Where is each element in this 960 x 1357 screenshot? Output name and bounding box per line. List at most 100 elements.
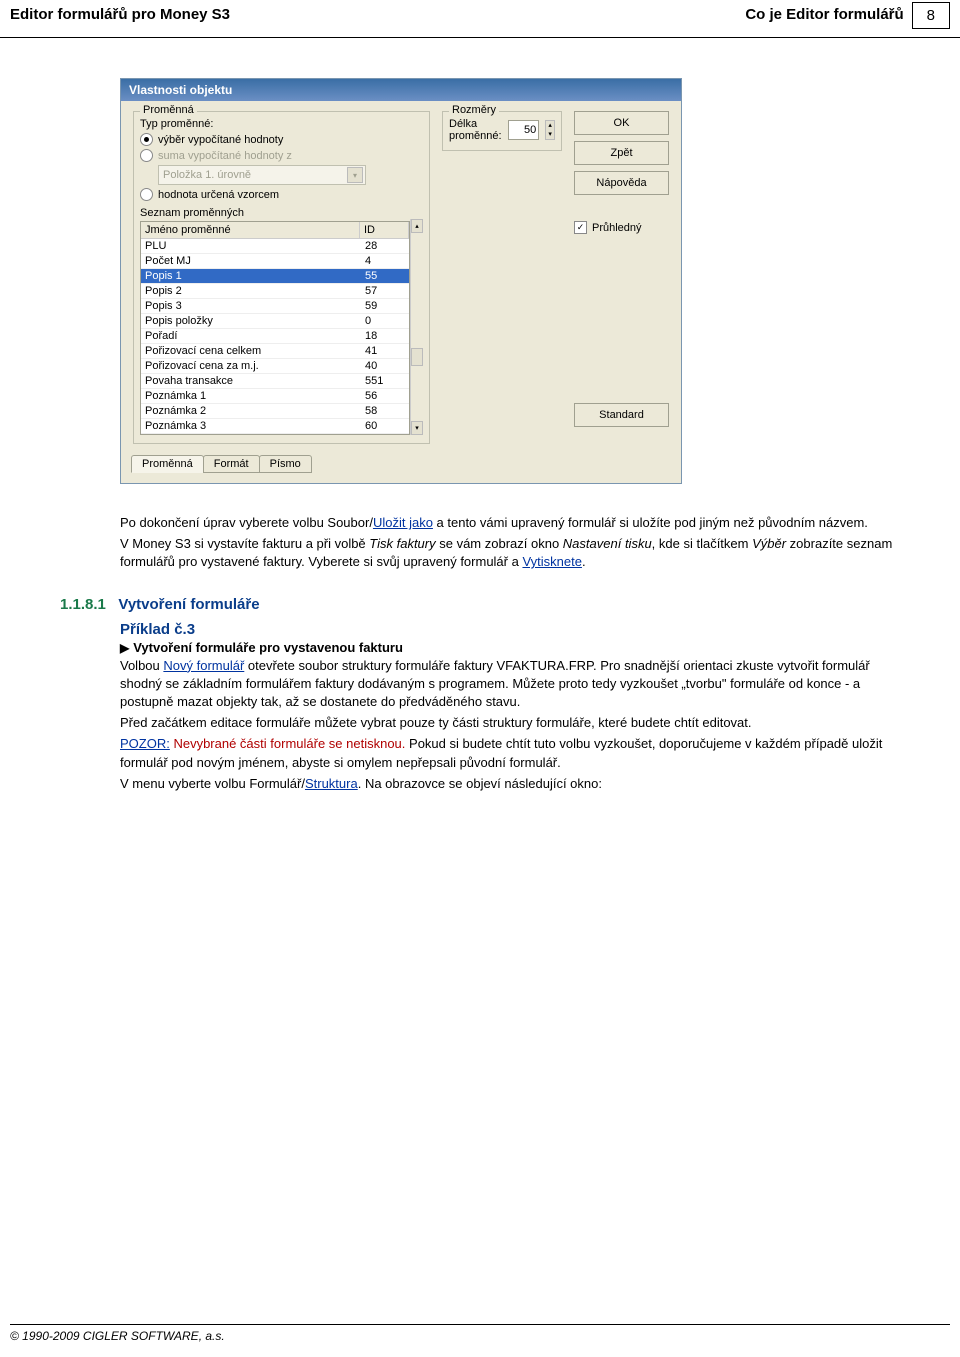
dialog-title: Vlastnosti objektu (121, 79, 681, 101)
text: a tento vámi upravený formulář si uložít… (433, 515, 868, 530)
scroll-down-icon: ▾ (411, 421, 423, 435)
radio-suma[interactable]: suma vypočítané hodnoty z (140, 149, 423, 162)
ok-button[interactable]: OK (574, 111, 669, 135)
example-title: Příklad č.3 (120, 621, 900, 638)
arrow-right-icon: ▶ (120, 641, 129, 655)
group-promenna-title: Proměnná (140, 104, 197, 116)
list-item[interactable]: Popis 257 (141, 284, 409, 299)
list-item[interactable]: Pořizovací cena celkem41 (141, 344, 409, 359)
scroll-up-icon: ▴ (411, 219, 423, 233)
example-subtitle: ▶ Vytvoření formuláře pro vystavenou fakt… (120, 640, 900, 655)
list-item-name: PLU (141, 239, 361, 253)
dialog-tabs: Proměnná Formát Písmo (121, 455, 681, 483)
page-footer: © 1990-2009 CIGLER SOFTWARE, a.s. (10, 1324, 950, 1343)
list-item-name: Počet MJ (141, 254, 361, 268)
back-button[interactable]: Zpět (574, 141, 669, 165)
text: Po dokončení úprav vyberete volbu Soubor… (120, 515, 373, 530)
radio-icon (140, 149, 153, 162)
section-title: Vytvoření formuláře (118, 596, 259, 613)
combo-polozka[interactable]: Položka 1. úrovně ▾ (158, 165, 366, 185)
link-pozor[interactable]: POZOR: (120, 736, 170, 751)
list-item[interactable]: Popis 155 (141, 269, 409, 284)
col-name: Jméno proměnné (141, 222, 360, 238)
len-label: Délka proměnné: (449, 118, 502, 142)
page-header: Editor formulářů pro Money S3 Co je Edit… (0, 0, 960, 38)
len-input[interactable]: 50 (508, 120, 540, 140)
text-italic: Výběr (752, 536, 790, 551)
section-number: 1.1.8.1 (60, 596, 106, 613)
list-item[interactable]: Popis položky0 (141, 314, 409, 329)
checkbox-pruhledny[interactable]: ✓ Průhledný (574, 221, 669, 234)
scroll-thumb (411, 348, 423, 366)
paragraph-1: Po dokončení úprav vyberete volbu Soubor… (120, 514, 900, 572)
chevron-down-icon: ▾ (347, 167, 363, 183)
section-heading: 1.1.8.1 Vytvoření formuláře (60, 596, 900, 613)
list-item-id: 4 (361, 254, 409, 268)
help-button[interactable]: Nápověda (574, 171, 669, 195)
list-item-name: Pořizovací cena za m.j. (141, 359, 361, 373)
spin-up-icon: ▴ (546, 121, 554, 130)
list-item-name: Popis položky (141, 314, 361, 328)
list-item[interactable]: Popis 359 (141, 299, 409, 314)
checkbox-pruhledny-label: Průhledný (592, 222, 642, 234)
list-item[interactable]: Povaha transakce551 (141, 374, 409, 389)
list-item-id: 57 (361, 284, 409, 298)
list-item-id: 60 (361, 419, 409, 433)
scrollbar[interactable]: ▴ ▾ (410, 219, 423, 435)
list-item-name: Poznámka 2 (141, 404, 361, 418)
link-novy-formular[interactable]: Nový formulář (163, 658, 244, 673)
paragraph-3: Volbou Nový formulář otevřete soubor str… (120, 657, 900, 793)
len-spinner[interactable]: ▴▾ (545, 120, 555, 140)
page-number: 8 (912, 2, 950, 29)
list-item-name: Popis 2 (141, 284, 361, 298)
text: . (582, 554, 586, 569)
group-promenna: Proměnná Typ proměnné: výběr vypočítané … (133, 111, 430, 444)
radio-vzorec[interactable]: hodnota určená vzorcem (140, 188, 423, 201)
header-left: Editor formulářů pro Money S3 (10, 6, 745, 23)
list-item[interactable]: Poznámka 360 (141, 419, 409, 434)
radio-icon (140, 188, 153, 201)
list-item[interactable]: Počet MJ4 (141, 254, 409, 269)
standard-button[interactable]: Standard (574, 403, 669, 427)
text-italic: Tisk faktury (369, 536, 435, 551)
link-vytisknete[interactable]: Vytisknete (522, 554, 582, 569)
variable-list[interactable]: Jméno proměnné ID PLU28Počet MJ4Popis 15… (140, 221, 410, 435)
checkbox-icon: ✓ (574, 221, 587, 234)
list-item[interactable]: Pořadí18 (141, 329, 409, 344)
spin-down-icon: ▾ (546, 130, 554, 139)
list-item[interactable]: Poznámka 258 (141, 404, 409, 419)
radio-vyber-label: výběr vypočítané hodnoty (158, 134, 283, 146)
list-item-id: 0 (361, 314, 409, 328)
tab-promenna[interactable]: Proměnná (131, 455, 204, 473)
combo-polozka-value: Položka 1. úrovně (163, 169, 251, 181)
list-item[interactable]: PLU28 (141, 239, 409, 254)
radio-vyber[interactable]: výběr vypočítané hodnoty (140, 133, 423, 146)
list-item-id: 28 (361, 239, 409, 253)
list-item-name: Poznámka 3 (141, 419, 361, 433)
list-item[interactable]: Poznámka 156 (141, 389, 409, 404)
list-header: Jméno proměnné ID (141, 222, 409, 239)
tab-pismo[interactable]: Písmo (259, 455, 312, 473)
list-item-id: 58 (361, 404, 409, 418)
list-item-name: Popis 1 (141, 269, 361, 283)
list-item[interactable]: Pořizovací cena za m.j.40 (141, 359, 409, 374)
link-struktura[interactable]: Struktura (305, 776, 358, 791)
text-italic: Nastavení tisku (563, 536, 652, 551)
list-item-id: 18 (361, 329, 409, 343)
paragraph-5: POZOR: Nevybrané části formuláře se neti… (120, 735, 900, 771)
text: , kde si tlačítkem (652, 536, 752, 551)
dialog-vlastnosti-objektu: Vlastnosti objektu Proměnná Typ proměnné… (120, 78, 682, 484)
radio-icon (140, 133, 153, 146)
col-id: ID (360, 222, 409, 238)
example-subtitle-text: Vytvoření formuláře pro vystavenou faktu… (133, 640, 403, 655)
list-item-id: 56 (361, 389, 409, 403)
radio-vzorec-label: hodnota určená vzorcem (158, 189, 279, 201)
link-ulozit-jako[interactable]: Uložit jako (373, 515, 433, 530)
list-item-id: 41 (361, 344, 409, 358)
text: V Money S3 si vystavíte fakturu a při vo… (120, 536, 369, 551)
tab-format[interactable]: Formát (203, 455, 260, 473)
text: V menu vyberte volbu Formulář/ (120, 776, 305, 791)
list-title: Seznam proměnných (140, 207, 423, 219)
group-rozmery-title: Rozměry (449, 104, 499, 116)
paragraph-6: V menu vyberte volbu Formulář/Struktura.… (120, 775, 900, 793)
